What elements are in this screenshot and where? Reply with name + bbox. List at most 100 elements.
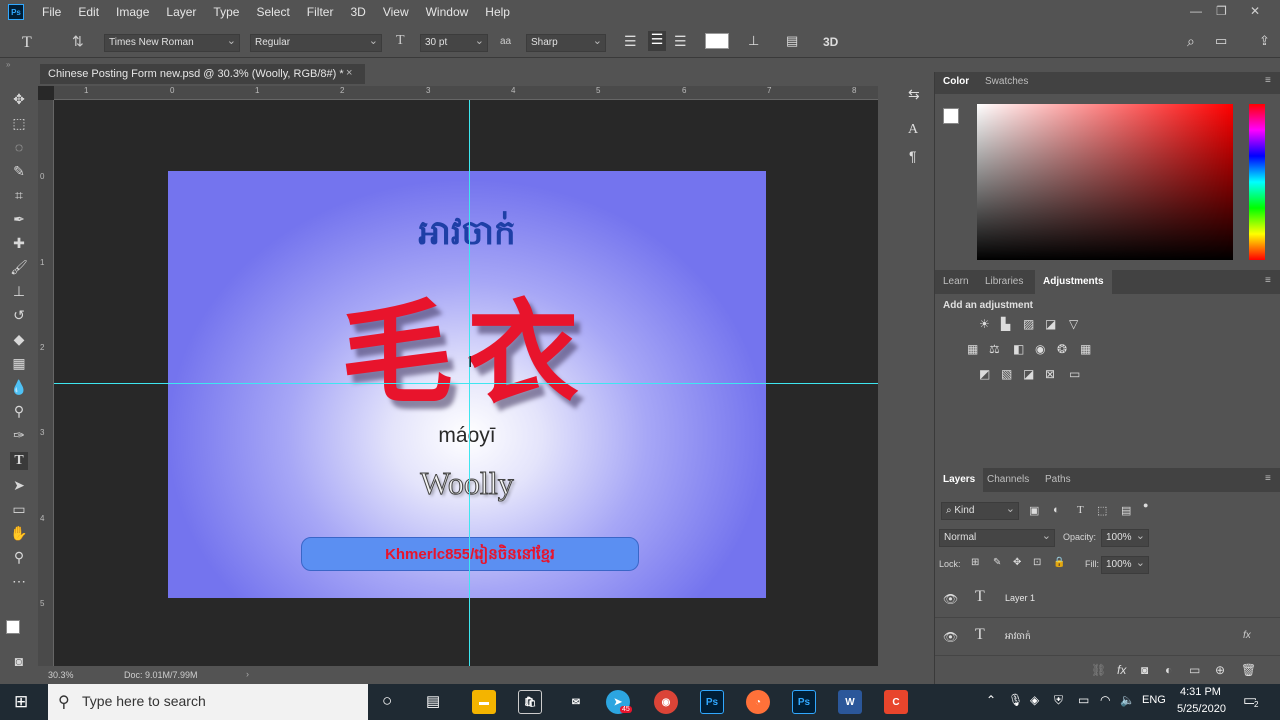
selective-color-icon[interactable]: ⊠ — [1045, 367, 1055, 381]
panel-menu-icon[interactable]: ≡ — [1265, 473, 1271, 484]
clone-stamp-icon[interactable]: ⊥ — [10, 282, 28, 300]
invert-icon[interactable]: ◩ — [979, 367, 990, 381]
tab-channels[interactable]: Channels — [987, 474, 1029, 485]
blend-mode-select[interactable]: Normal — [939, 529, 1055, 547]
hue-slider[interactable] — [1249, 104, 1265, 260]
layer-name[interactable]: Layer 1 — [1005, 593, 1035, 603]
quick-select-icon[interactable]: ✎ — [10, 162, 28, 180]
align-left-icon[interactable]: ☰ — [624, 33, 637, 50]
tab-color[interactable]: Color — [943, 76, 969, 87]
opacity-field[interactable]: 100% — [1101, 529, 1149, 547]
crop-tool-icon[interactable]: ⌗ — [10, 186, 28, 204]
document-canvas[interactable]: អាវចាក់ 毛衣 máoyī Woolly Khmerlc855/រៀនចិ… — [168, 171, 766, 598]
filter-type-icon[interactable]: T — [1077, 504, 1084, 516]
network-icon[interactable]: ▭ — [1078, 693, 1089, 707]
type-tool-preset-icon[interactable]: T — [22, 34, 32, 52]
document-tab[interactable]: Chinese Posting Form new.psd @ 30.3% (Wo… — [40, 62, 365, 84]
vibrance-icon[interactable]: ▽ — [1069, 317, 1078, 331]
minimize-icon[interactable]: — — [1190, 4, 1202, 18]
hue-saturation-icon[interactable]: ▦ — [967, 342, 978, 356]
firefox-icon[interactable]: ◔ — [746, 690, 770, 714]
visibility-eye-icon[interactable]: 👁 — [943, 592, 958, 606]
filter-toggle-icon[interactable]: ● — [1143, 500, 1148, 510]
channel-mixer-icon[interactable]: ❂ — [1057, 342, 1067, 356]
font-style-select[interactable]: Regular — [250, 34, 382, 52]
share-icon[interactable]: ⇪ — [1259, 33, 1270, 49]
word-icon[interactable]: W — [838, 690, 862, 714]
new-layer-icon[interactable]: ⊕ — [1215, 663, 1225, 677]
gradient-tool-icon[interactable]: ▦ — [10, 354, 28, 372]
photoshop-active-icon[interactable]: Ps — [792, 690, 816, 714]
history-panel-icon[interactable]: ⇆ — [908, 86, 920, 103]
color-lookup-icon[interactable]: ▦ — [1080, 342, 1091, 356]
delete-layer-icon[interactable]: 🗑 — [1241, 663, 1256, 677]
lock-artboard-icon[interactable]: ⊡ — [1033, 557, 1041, 568]
menu-filter[interactable]: Filter — [307, 5, 334, 19]
microphone-icon[interactable]: 🎙 — [1008, 693, 1023, 707]
gradient-map-icon[interactable]: ▭ — [1069, 367, 1080, 381]
layer-row[interactable]: 👁 T Layer 1 — [935, 580, 1280, 618]
filter-shape-icon[interactable]: ⬚ — [1097, 504, 1107, 517]
align-right-icon[interactable]: ☰ — [674, 33, 687, 50]
move-tool-icon[interactable]: ✥ — [10, 90, 28, 108]
tab-learn[interactable]: Learn — [943, 276, 969, 287]
quick-mask-icon[interactable]: ◙ — [10, 652, 28, 670]
clock-time[interactable]: 4:31 PM — [1180, 686, 1221, 698]
more-tools-icon[interactable]: ⋯ — [10, 572, 28, 590]
close-tab-icon[interactable]: × — [346, 67, 352, 79]
healing-brush-icon[interactable]: ✚ — [10, 234, 28, 252]
dropbox-icon[interactable]: ◈ — [1030, 693, 1039, 707]
text-color-swatch[interactable] — [705, 33, 729, 49]
text-orientation-icon[interactable]: ⇅ — [72, 33, 84, 50]
tab-paths[interactable]: Paths — [1045, 474, 1071, 485]
search-icon[interactable]: ⌕ — [1187, 33, 1195, 50]
posterize-icon[interactable]: ▧ — [1001, 367, 1012, 381]
menu-view[interactable]: View — [383, 5, 409, 19]
store-icon[interactable]: 🛍 — [518, 690, 542, 714]
menu-layer[interactable]: Layer — [166, 5, 196, 19]
wifi-icon[interactable]: ◠ — [1100, 693, 1110, 707]
task-view-icon[interactable]: ▤ — [426, 692, 440, 710]
threshold-icon[interactable]: ◪ — [1023, 367, 1034, 381]
zoom-tool-icon[interactable]: ⚲ — [10, 548, 28, 566]
exposure-icon[interactable]: ◪ — [1045, 317, 1056, 331]
black-white-icon[interactable]: ◧ — [1013, 342, 1024, 356]
menu-image[interactable]: Image — [116, 5, 149, 19]
zoom-level[interactable]: 30.3% — [48, 670, 74, 680]
color-field[interactable] — [977, 104, 1233, 260]
photoshop-app-icon[interactable]: Ps — [700, 690, 724, 714]
layer-fx-icon[interactable]: fx — [1243, 630, 1251, 641]
color-foreground-swatch[interactable] — [943, 108, 959, 124]
paragraph-icon[interactable]: ¶ — [909, 148, 917, 164]
tray-chevron-icon[interactable]: ⌃ — [986, 693, 996, 707]
anti-alias-select[interactable]: Sharp — [526, 34, 606, 52]
photo-filter-icon[interactable]: ◉ — [1035, 342, 1045, 356]
volume-icon[interactable]: 🔈 — [1120, 693, 1135, 707]
tab-adjustments[interactable]: Adjustments — [1035, 270, 1112, 294]
3d-text-button[interactable]: 3D — [823, 35, 838, 49]
new-adjustment-icon[interactable]: ◐ — [1165, 663, 1172, 677]
filter-adjustment-icon[interactable]: ◐ — [1053, 504, 1060, 516]
hand-tool-icon[interactable]: ✋ — [10, 524, 28, 542]
levels-icon[interactable]: ▙ — [1001, 317, 1010, 331]
tab-layers[interactable]: Layers — [935, 468, 984, 492]
blur-tool-icon[interactable]: 💧 — [10, 378, 28, 396]
brightness-icon[interactable]: ☀ — [979, 317, 990, 331]
add-mask-icon[interactable]: ◙ — [1141, 663, 1148, 677]
mail-icon[interactable]: ✉ — [564, 690, 588, 714]
language-indicator[interactable]: ENG — [1142, 694, 1166, 706]
type-tool-icon[interactable]: T — [10, 452, 28, 470]
pen-tool-icon[interactable]: ✑ — [10, 426, 28, 444]
tab-libraries[interactable]: Libraries — [985, 276, 1023, 287]
foreground-color-swatch[interactable] — [6, 620, 20, 634]
lock-transparent-icon[interactable]: ⊞ — [971, 557, 979, 568]
font-family-select[interactable]: Times New Roman — [104, 34, 240, 52]
history-brush-icon[interactable]: ↺ — [10, 306, 28, 324]
close-window-icon[interactable]: ✕ — [1250, 4, 1260, 18]
font-size-select[interactable]: 30 pt — [420, 34, 488, 52]
panel-menu-icon[interactable]: ≡ — [1265, 275, 1271, 286]
lasso-tool-icon[interactable]: ◌ — [10, 138, 28, 156]
menu-3d[interactable]: 3D — [350, 5, 365, 19]
filter-smart-icon[interactable]: ▤ — [1121, 504, 1131, 517]
menu-window[interactable]: Window — [426, 5, 469, 19]
